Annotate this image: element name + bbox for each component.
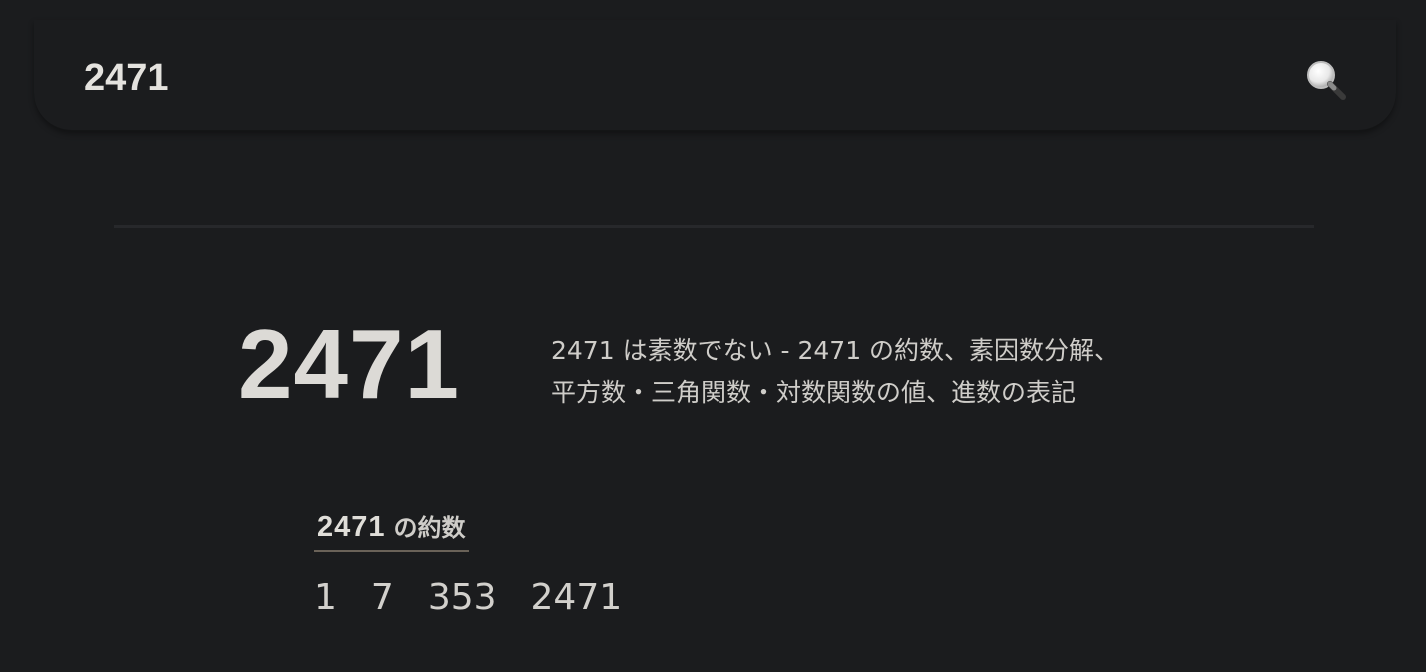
hero-number: 2471	[238, 309, 461, 419]
divisors-heading-number: 2471	[317, 511, 386, 543]
hero-description-line1: 2471 は素数でない - 2471 の約数、素因数分解、	[551, 336, 1120, 365]
divisor-item: 353	[427, 577, 497, 618]
divisor-item: 7	[370, 577, 394, 618]
hero-description: 2471 は素数でない - 2471 の約数、素因数分解、 平方数・三角関数・対…	[551, 330, 1191, 414]
divisors-heading-label: の約数	[393, 514, 466, 542]
divisor-item: 1	[314, 577, 337, 618]
hero-description-line2: 平方数・三角関数・対数関数の値、進数の表記	[551, 378, 1077, 407]
section-divider	[114, 225, 1314, 228]
divisor-item: 2471	[530, 577, 623, 618]
divisors-heading: 2471 の約数	[314, 508, 469, 552]
search-bar	[34, 20, 1396, 131]
divisors-list: 1 7 353 2471	[314, 574, 622, 622]
search-button[interactable]	[1304, 58, 1348, 102]
search-icon	[1307, 61, 1346, 100]
page: 2471 2471 は素数でない - 2471 の約数、素因数分解、 平方数・三…	[0, 0, 1426, 672]
search-input[interactable]	[84, 50, 1234, 106]
